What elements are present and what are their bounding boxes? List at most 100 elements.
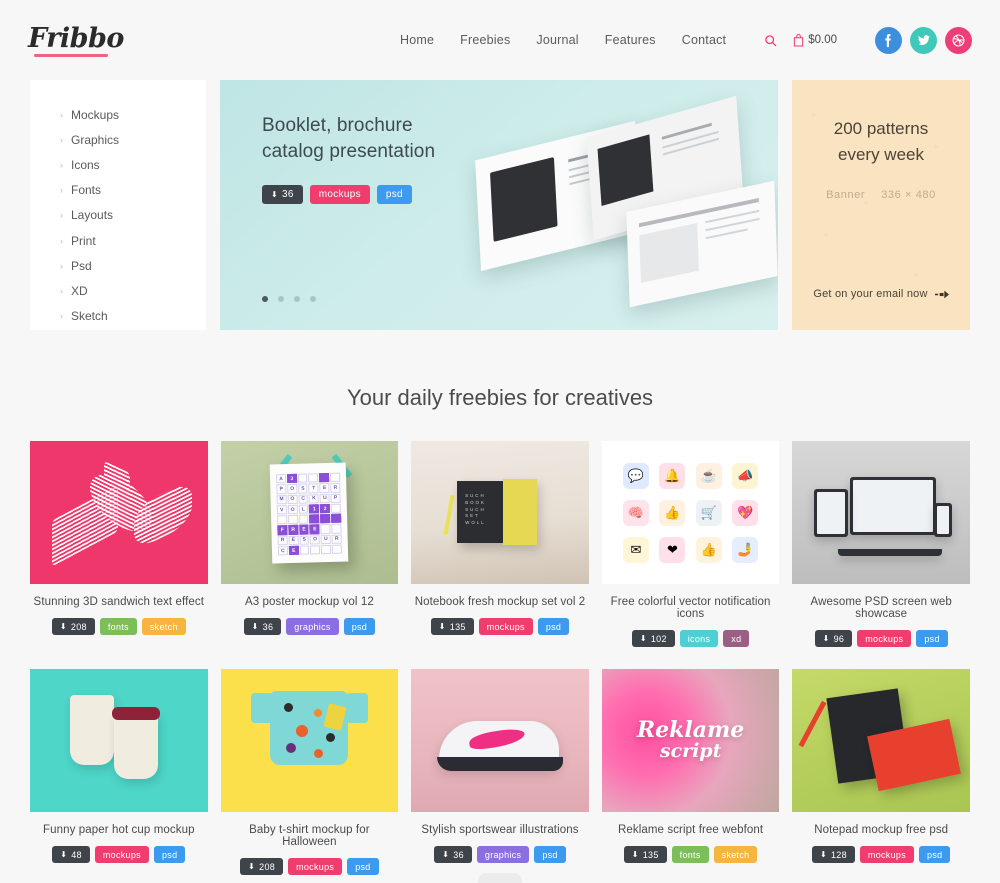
sidebar-item-label: Graphics	[71, 132, 120, 147]
tablet-screen	[814, 489, 849, 537]
freebie-card[interactable]: Reklame script Reklame script free webfo…	[601, 669, 780, 875]
slider-tag-psd[interactable]: psd	[376, 184, 412, 204]
card-tag-psd[interactable]: psd	[537, 618, 570, 635]
card-tag-fonts[interactable]: fonts	[671, 846, 709, 863]
notification-icon: 📣	[732, 462, 759, 489]
poster-cell: V	[277, 504, 288, 515]
card-download-count: 36	[453, 849, 464, 860]
sidebar-item-fonts[interactable]: › Fonts	[30, 178, 206, 203]
card-thumbnail-paper-cups[interactable]	[30, 669, 208, 812]
promo-label: Banner	[826, 189, 866, 201]
freebie-card[interactable]: Stunning 3D sandwich text effect ⬇ 208 f…	[30, 441, 208, 647]
sidebar-item-icons[interactable]: › Icons	[30, 152, 206, 177]
notification-icon: ☕	[695, 462, 722, 489]
nav-item-contact[interactable]: Contact	[682, 33, 726, 47]
twitter-icon[interactable]	[910, 26, 937, 54]
nav-item-home[interactable]: Home	[400, 33, 434, 47]
card-tag-mockups[interactable]: mockups	[478, 618, 533, 635]
sidebar-item-print[interactable]: › Print	[30, 228, 206, 253]
download-icon: ⬇	[438, 622, 446, 631]
chevron-right-icon: ›	[60, 260, 63, 271]
card-tag-psd[interactable]: psd	[153, 846, 186, 863]
freebie-card[interactable]: Awesome PSD screen web showcase ⬇ 96 moc…	[792, 441, 970, 647]
sidebar-item-xd[interactable]: › XD	[30, 278, 206, 303]
dribbble-icon[interactable]	[945, 26, 972, 54]
slider-dot-2[interactable]	[278, 296, 284, 302]
section-title: Your daily freebies for creatives	[346, 385, 654, 410]
poster-cell	[298, 473, 309, 483]
nav-item-features[interactable]: Features	[605, 33, 656, 47]
card-thumbnail-notepad-red[interactable]	[792, 669, 970, 812]
card-thumbnail-a3-poster-crossword[interactable]: A3POSTERMOCKUPVOL12FREERESOURCE	[220, 441, 399, 584]
promo-cta[interactable]: Get on your email now	[792, 288, 970, 300]
nav-item-freebies[interactable]: Freebies	[460, 33, 510, 47]
card-tag-psd[interactable]: psd	[347, 858, 379, 875]
card-download-count: 128	[830, 849, 847, 860]
card-thumbnail-baby-tshirt[interactable]	[220, 669, 399, 812]
card-thumbnail-notebook-set[interactable]: SUCH BOOK SUCH SET WOLL	[411, 441, 589, 584]
card-tag-mockups[interactable]: mockups	[857, 630, 912, 647]
card-tag-psd[interactable]: psd	[919, 846, 951, 863]
freebie-card[interactable]: Stylish sportswear illustrations ⬇ 36 gr…	[411, 669, 589, 875]
freebie-card[interactable]: SUCH BOOK SUCH SET WOLL Notebook fresh mocku…	[411, 441, 589, 647]
slider-dot-3[interactable]	[294, 296, 300, 302]
card-tag-sketch[interactable]: sketch	[713, 846, 758, 863]
card-thumbnail-sandwich-3d-text[interactable]	[30, 441, 208, 584]
card-tag-icons[interactable]: icons	[679, 630, 719, 647]
card-tag-graphics[interactable]: graphics	[476, 846, 530, 863]
card-title: A3 poster mockup vol 12	[244, 596, 374, 608]
freebie-card[interactable]: Funny paper hot cup mockup ⬇ 48 mockups …	[30, 669, 208, 875]
card-badges: ⬇ 135 mockups psd	[411, 618, 589, 635]
freebie-card[interactable]: Notepad mockup free psd ⬇ 128 mockups ps…	[792, 669, 970, 875]
header-utility-icons: $0.00	[764, 33, 837, 47]
card-title: Free colorful vector notification icons	[610, 596, 771, 620]
card-tag-sketch[interactable]: sketch	[141, 618, 186, 635]
sidebar-item-sketch[interactable]: › Sketch	[30, 304, 206, 329]
card-tag-psd[interactable]: psd	[343, 618, 376, 635]
promo-size: 336 × 480	[881, 189, 936, 201]
slider-tag-mockups[interactable]: mockups	[309, 184, 370, 204]
sidebar-item-mockups[interactable]: › Mockups	[30, 102, 206, 127]
freebie-card[interactable]: 💬 🔔 ☕ 📣 🧠 👍 🛒 💖 ✉ ❤ 👍 🤳 Free colorful vector notifi…	[601, 441, 780, 647]
slider-dot-1[interactable]	[262, 296, 268, 302]
notification-icon: ❤	[659, 536, 686, 563]
card-thumbnail-reklame-script[interactable]: Reklame script	[601, 669, 780, 812]
hero-slider[interactable]: Booklet, brochure catalog presentation ⬇…	[220, 80, 778, 330]
sidebar-item-psd[interactable]: › Psd	[30, 253, 206, 278]
card-tag-psd[interactable]: psd	[534, 846, 566, 863]
card-download-count: 208	[70, 621, 87, 632]
cart-widget[interactable]: $0.00	[793, 33, 837, 47]
laptop-screen	[850, 477, 937, 535]
card-tag-xd[interactable]: xd	[723, 630, 750, 647]
card-tag-mockups[interactable]: mockups	[288, 858, 343, 875]
card-tag-psd[interactable]: psd	[916, 630, 948, 647]
sidebar-item-layouts[interactable]: › Layouts	[30, 203, 206, 228]
sidebar-item-label: XD	[71, 283, 88, 298]
page-root: Fribbo Home Freebies Journal Features Co…	[0, 0, 1000, 883]
freebie-card[interactable]: Baby t-shirt mockup for Halloween ⬇ 208 …	[220, 669, 399, 875]
promo-banner[interactable]: ✦ ✦ ✦ ✦ ✦ 200 patterns every week Banner…	[792, 80, 970, 330]
card-download-count: 135	[449, 621, 466, 632]
poster-cell: T	[309, 483, 320, 493]
site-logo[interactable]: Fribbo	[28, 23, 124, 58]
search-icon[interactable]	[764, 34, 777, 47]
nav-item-journal[interactable]: Journal	[536, 33, 578, 47]
card-tag-fonts[interactable]: fonts	[99, 618, 137, 635]
poster-cell: 2	[320, 503, 331, 513]
cart-icon	[794, 33, 804, 47]
sidebar-item-label: Sketch	[71, 309, 108, 324]
load-more-button[interactable]	[478, 873, 522, 883]
poster-cell: E	[288, 535, 299, 545]
card-tag-mockups[interactable]: mockups	[94, 846, 149, 863]
card-thumbnail-notification-icons[interactable]: 💬 🔔 ☕ 📣 🧠 👍 🛒 💖 ✉ ❤ 👍 🤳	[601, 441, 780, 584]
poster-cell: R	[288, 524, 299, 535]
card-thumbnail-device-screens[interactable]	[792, 441, 970, 584]
freebie-card[interactable]: A3POSTERMOCKUPVOL12FREERESOURCE A3 poste…	[220, 441, 399, 647]
sidebar-item-graphics[interactable]: › Graphics	[30, 127, 206, 152]
card-tag-mockups[interactable]: mockups	[859, 846, 915, 863]
card-thumbnail-sport-shoe[interactable]	[411, 669, 589, 812]
notification-icon: 💖	[732, 499, 759, 526]
facebook-icon[interactable]	[875, 26, 902, 54]
slider-dot-4[interactable]	[310, 296, 316, 302]
card-tag-graphics[interactable]: graphics	[286, 618, 339, 635]
